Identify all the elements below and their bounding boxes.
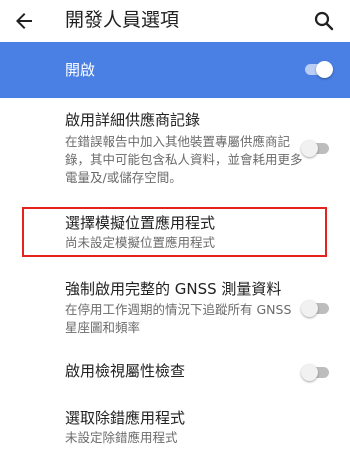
setting-title: 啟用檢視屬性檢查 — [65, 362, 186, 380]
app-bar: 開發人員選項 — [0, 0, 350, 42]
page-title: 開發人員選項 — [65, 9, 180, 31]
setting-row-force-gnss-measurements[interactable]: 強制啟用完整的 GNSS 測量資料 在停用工作週期的情況下追蹤所有 GNSS 星… — [0, 270, 350, 345]
highlight-frame — [22, 207, 327, 257]
setting-subtitle: 未設定除錯應用程式 — [65, 430, 178, 445]
master-switch-label: 開啟 — [65, 61, 96, 79]
force-gnss-measurements-toggle[interactable] — [301, 300, 331, 317]
setting-title: 強制啟用完整的 GNSS 測量資料 — [65, 280, 282, 298]
setting-title: 啟用詳細供應商記錄 — [65, 111, 201, 129]
view-attribute-inspection-toggle[interactable] — [301, 364, 331, 381]
master-switch-toggle[interactable] — [303, 61, 333, 78]
verbose-vendor-logging-toggle[interactable] — [301, 140, 331, 157]
setting-row-verbose-vendor-logging[interactable]: 啟用詳細供應商記錄 在錯誤報告中加入其他裝置專屬供應商記錄，其中可能包含私人資料… — [0, 98, 350, 202]
developer-options-master-switch-bar[interactable]: 開啟 — [0, 42, 350, 98]
setting-title: 選取除錯應用程式 — [65, 409, 186, 427]
setting-row-select-debug-app[interactable]: 選取除錯應用程式 未設定除錯應用程式 — [0, 400, 350, 455]
setting-subtitle: 在停用工作週期的情況下追蹤所有 GNSS 星座圖和頻率 — [65, 302, 292, 335]
setting-row-view-attribute-inspection[interactable]: 啟用檢視屬性檢查 — [0, 350, 350, 394]
setting-subtitle: 在錯誤報告中加入其他裝置專屬供應商記錄，其中可能包含私人資料，並會耗用更多電量及… — [65, 134, 303, 185]
arrow-back-icon[interactable] — [12, 9, 36, 33]
search-icon[interactable] — [312, 9, 336, 33]
